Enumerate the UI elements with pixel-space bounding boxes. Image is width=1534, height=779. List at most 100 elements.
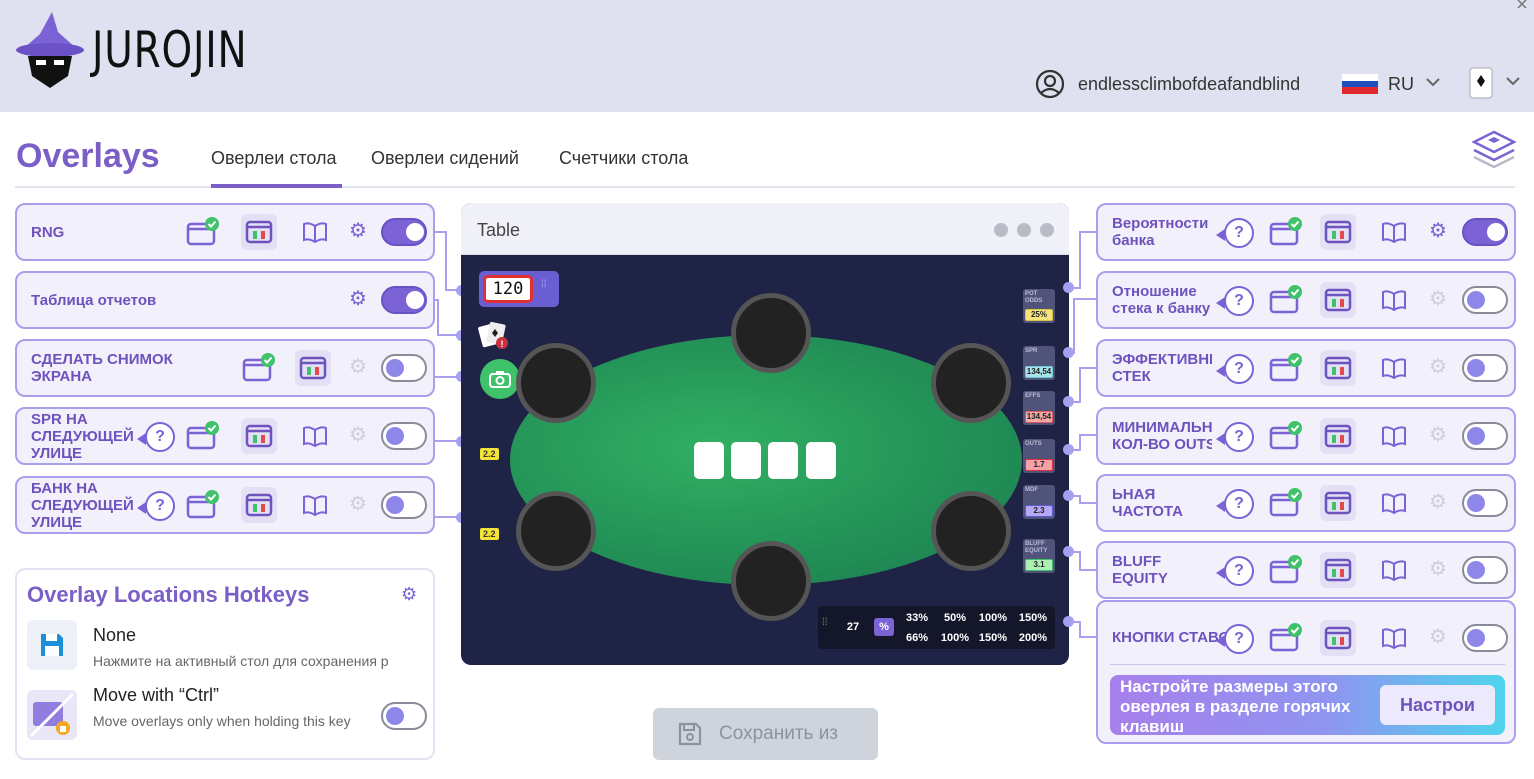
bet-size-button[interactable]: 200% (1016, 631, 1050, 645)
help-icon[interactable]: ? (1216, 286, 1254, 316)
window-check-icon[interactable] (1268, 418, 1304, 454)
help-icon[interactable]: ? (137, 422, 175, 452)
overlay-preview-icon[interactable] (241, 487, 277, 523)
overlay-preview-icon[interactable] (241, 418, 277, 454)
overlay-preview-icon[interactable] (1320, 418, 1356, 454)
gear-icon[interactable]: ⚙ (1427, 491, 1449, 513)
cards-icon[interactable] (1468, 66, 1496, 100)
drag-handle-icon[interactable]: ⁞⁞ (541, 280, 547, 290)
gear-icon[interactable]: ⚙ (1427, 424, 1449, 446)
book-icon[interactable] (297, 214, 333, 250)
help-icon[interactable]: ? (1216, 218, 1254, 248)
overlay-preview-icon[interactable] (1320, 485, 1356, 521)
overlay-preview-icon[interactable] (1320, 350, 1356, 386)
drag-handle-icon[interactable]: ⁞⁞ (822, 618, 828, 628)
overlay-toggle[interactable] (381, 286, 427, 314)
overlay-preview-icon[interactable] (1320, 552, 1356, 588)
close-icon[interactable] (1516, 0, 1530, 8)
gear-icon[interactable]: ⚙ (347, 424, 369, 446)
gear-icon[interactable]: ⚙ (347, 493, 369, 515)
overlay-card-min-outs: МИНИМАЛЬНОЕ КОЛ-ВО OUTS ? ⚙ (1096, 407, 1516, 465)
chevron-down-icon[interactable] (1426, 77, 1440, 87)
book-icon[interactable] (1376, 282, 1412, 318)
help-icon[interactable]: ? (137, 491, 175, 521)
move-with-ctrl-toggle[interactable] (381, 702, 427, 730)
camera-icon[interactable] (480, 359, 520, 399)
book-icon[interactable] (297, 487, 333, 523)
gear-icon[interactable]: ⚙ (1427, 558, 1449, 580)
book-icon[interactable] (1376, 418, 1412, 454)
bet-size-button[interactable]: 150% (1016, 611, 1050, 625)
overlay-preview-icon[interactable] (241, 214, 277, 250)
window-check-icon[interactable] (1268, 485, 1304, 521)
overlay-toggle[interactable] (1462, 218, 1508, 246)
layers-icon[interactable] (1472, 130, 1516, 170)
book-icon[interactable] (297, 418, 333, 454)
gear-icon[interactable]: ⚙ (1427, 220, 1449, 242)
move-overlay-icon[interactable] (27, 690, 77, 740)
overlay-toggle[interactable] (1462, 354, 1508, 382)
bet-size-button[interactable]: 150% (976, 631, 1010, 645)
gear-icon[interactable]: ⚙ (1427, 356, 1449, 378)
help-icon[interactable]: ? (1216, 556, 1254, 586)
overlay-toggle[interactable] (1462, 556, 1508, 584)
save-button[interactable]: Сохранить из (653, 708, 878, 760)
gear-icon[interactable]: ⚙ (401, 584, 417, 605)
language-selector[interactable]: RU (1388, 72, 1414, 96)
tab-seat-overlays[interactable]: Оверлеи сидений (371, 146, 519, 170)
window-check-icon[interactable] (1268, 552, 1304, 588)
overlay-preview-icon[interactable] (295, 350, 331, 386)
overlay-toggle[interactable] (1462, 489, 1508, 517)
bet-size-button[interactable]: 50% (938, 611, 972, 625)
table-preview: Table 120 ⁞⁞ ! 2.2 2.2 POT ODDS 25% SPR 13… (461, 203, 1069, 665)
window-check-icon[interactable] (1268, 214, 1304, 250)
gear-icon[interactable]: ⚙ (1427, 288, 1449, 310)
overlay-toggle[interactable] (1462, 422, 1508, 450)
bet-size-button[interactable]: 66% (900, 631, 934, 645)
overlay-toggle[interactable] (381, 491, 427, 519)
bet-size-button[interactable]: 100% (938, 631, 972, 645)
save-floppy-icon[interactable] (27, 620, 77, 670)
configure-button[interactable]: Настрои (1380, 685, 1495, 725)
bet-size-button[interactable]: 100% (976, 611, 1010, 625)
report-cards-icon[interactable]: ! (477, 319, 511, 351)
overlay-toggle[interactable] (381, 218, 427, 246)
overlay-toggle[interactable] (381, 354, 427, 382)
tab-table-overlays[interactable]: Оверлеи стола (211, 146, 337, 170)
book-icon[interactable] (1376, 350, 1412, 386)
window-check-icon[interactable] (1268, 620, 1304, 656)
overlay-toggle[interactable] (1462, 624, 1508, 652)
user-icon[interactable] (1035, 69, 1065, 99)
help-icon[interactable]: ? (1216, 354, 1254, 384)
overlay-preview-icon[interactable] (1320, 620, 1356, 656)
bet-size-button[interactable]: 33% (900, 611, 934, 625)
gear-icon[interactable]: ⚙ (347, 288, 369, 310)
overlay-preview-icon[interactable] (1320, 214, 1356, 250)
window-check-icon[interactable] (241, 350, 277, 386)
window-check-icon[interactable] (1268, 282, 1304, 318)
help-icon[interactable]: ? (1216, 489, 1254, 519)
window-check-icon[interactable] (1268, 350, 1304, 386)
username[interactable]: endlessclimbofdeafandblind (1078, 72, 1300, 96)
rng-widget[interactable]: 120 ⁞⁞ (479, 271, 559, 307)
chevron-down-icon[interactable] (1506, 76, 1520, 86)
book-icon[interactable] (1376, 620, 1412, 656)
book-icon[interactable] (1376, 485, 1412, 521)
gear-icon[interactable]: ⚙ (1427, 626, 1449, 648)
overlay-label: BLUFF EQUITY (1112, 553, 1168, 587)
gear-icon[interactable]: ⚙ (347, 220, 369, 242)
overlay-preview-icon[interactable] (1320, 282, 1356, 318)
overlay-toggle[interactable] (381, 422, 427, 450)
book-icon[interactable] (1376, 214, 1412, 250)
overlay-toggle[interactable] (1462, 286, 1508, 314)
percent-toggle[interactable]: % (874, 618, 894, 636)
book-icon[interactable] (1376, 552, 1412, 588)
window-check-icon[interactable] (185, 214, 221, 250)
window-check-icon[interactable] (185, 418, 221, 454)
gear-icon[interactable]: ⚙ (347, 356, 369, 378)
window-check-icon[interactable] (185, 487, 221, 523)
window-dot (994, 223, 1008, 237)
help-icon[interactable]: ? (1216, 422, 1254, 452)
tab-table-counters[interactable]: Счетчики стола (559, 146, 688, 170)
help-icon[interactable]: ? (1216, 624, 1254, 654)
